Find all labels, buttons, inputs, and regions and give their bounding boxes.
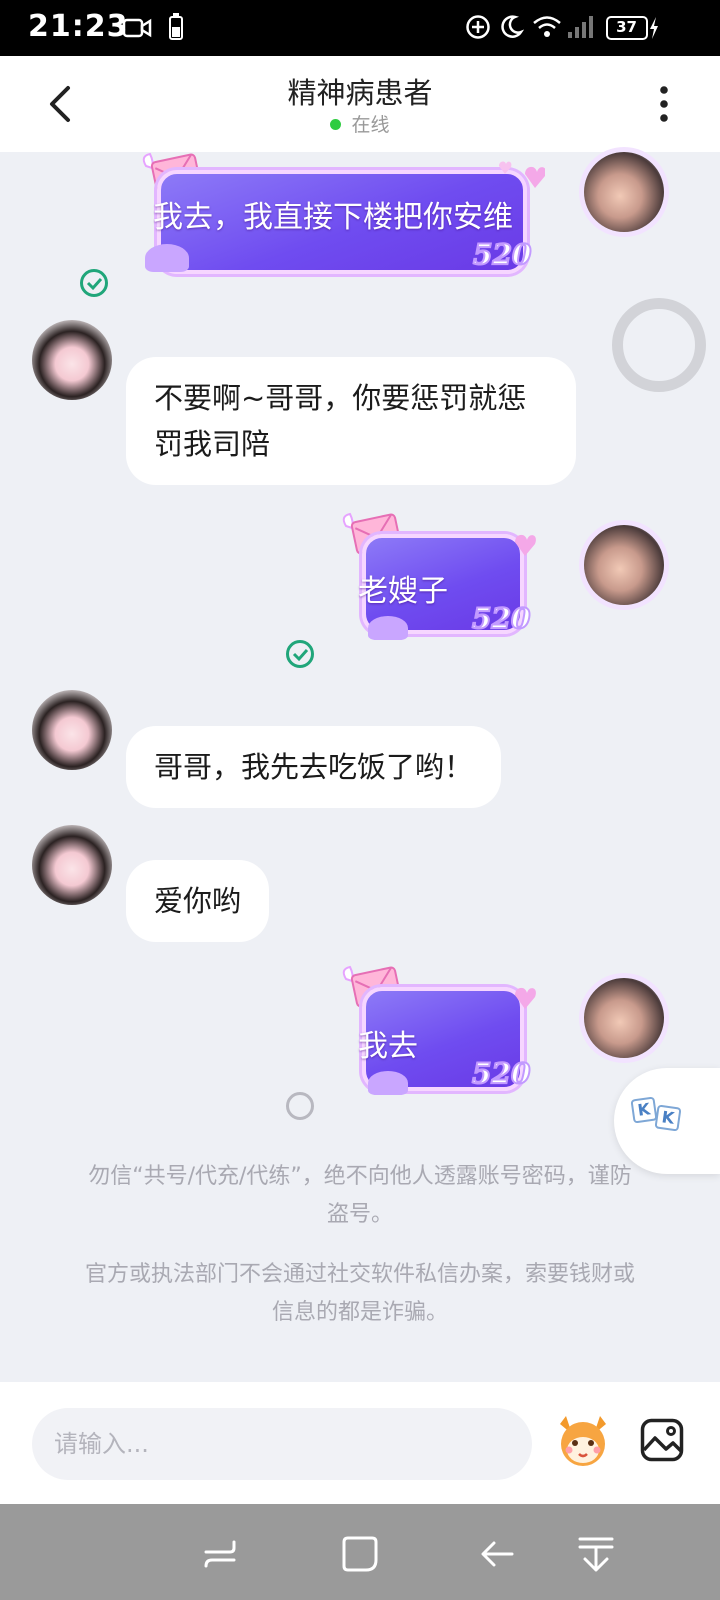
gift-message-text: 我去: [358, 1029, 418, 1064]
system-nav-bar: [0, 1504, 720, 1600]
online-dot: [330, 119, 342, 130]
message-input-bar: [0, 1382, 720, 1504]
kk-key-left: K: [630, 1096, 658, 1124]
message-bubble[interactable]: 哥哥，我先去吃饭了哟！: [126, 726, 502, 808]
online-status-label: 在线: [351, 114, 390, 136]
my-avatar[interactable]: [584, 525, 664, 605]
sent-check-icon: [80, 269, 108, 297]
message-input[interactable]: [32, 1408, 532, 1480]
battery-level: 37: [616, 18, 637, 36]
message-bubble[interactable]: 不要啊~哥哥，你要惩罚就惩 罚我司陪: [126, 357, 576, 485]
charging-bolt-icon: [650, 17, 658, 39]
heart-decoration-icon: [515, 534, 536, 556]
account-safety-notice: 勿信“共号/代充/代练”，绝不向他人透露账号密码，谨防 盗号。: [56, 1158, 664, 1234]
moon-icon: [501, 15, 524, 38]
heart-decoration-icon: [515, 987, 536, 1009]
gift-badge: 520: [472, 237, 532, 272]
message-text-line: 哥哥，我先去吃饭了哟！: [154, 750, 474, 784]
gift-message[interactable]: 老嫂子 520: [340, 512, 545, 642]
video-camera-icon: [122, 18, 152, 38]
fraud-warning-notice: 官方或执法部门不会通过社交软件私信办案，索要钱财或 信息的都是诈骗。: [56, 1256, 664, 1332]
recent-apps-icon[interactable]: [200, 1534, 240, 1574]
notice-line: 盗号。: [326, 1202, 393, 1227]
contact-avatar[interactable]: [32, 320, 112, 400]
gift-badge: 520: [471, 1056, 531, 1091]
wifi-icon: [533, 16, 561, 37]
back-icon[interactable]: [478, 1534, 518, 1574]
message-text-line: 罚我司陪: [154, 427, 271, 461]
my-avatar[interactable]: [584, 978, 664, 1058]
fox-emoji-icon[interactable]: [552, 1410, 614, 1472]
message-bubble[interactable]: 爱你哟: [126, 860, 270, 942]
ribbon-decoration: [145, 244, 189, 272]
home-icon[interactable]: [340, 1534, 380, 1574]
gift-badge: 520: [471, 601, 531, 636]
contact-avatar[interactable]: [32, 690, 112, 770]
heart-decoration-icon: [499, 161, 545, 188]
sent-check-icon: [286, 640, 314, 668]
ribbon-decoration: [368, 1071, 408, 1095]
chat-header: 精神病患者 在线: [0, 56, 720, 152]
more-vertical-icon[interactable]: [658, 84, 670, 124]
gift-message-text: 我去，我直接下楼把你安维: [153, 200, 513, 235]
contact-avatar[interactable]: [32, 825, 112, 905]
notice-line: 勿信“共号/代充/代练”，绝不向他人透露账号密码，谨防: [88, 1164, 632, 1189]
message-text-line: 爱你哟: [154, 884, 242, 918]
kk-key-right: K: [654, 1104, 682, 1132]
gift-message[interactable]: 我去，我直接下楼把你安维 520: [135, 152, 545, 280]
signal-icon: [568, 16, 593, 38]
online-status: 在线: [0, 110, 720, 137]
chat-area[interactable]: 我去，我直接下楼把你安维 520 不要啊~哥哥，你要惩罚就惩 罚我司陪 老嫂子 …: [0, 152, 720, 1382]
contact-name: 精神病患者: [287, 76, 433, 110]
sending-status-icon: [286, 1092, 314, 1120]
notice-line: 信息的都是诈骗。: [271, 1300, 448, 1325]
battery-icon: 37: [606, 16, 648, 40]
gift-message-text: 老嫂子: [358, 574, 448, 609]
notice-line: 官方或执法部门不会通过社交软件私信办案，索要钱财或: [84, 1262, 635, 1287]
hide-nav-icon[interactable]: [576, 1534, 616, 1574]
floating-ring-icon[interactable]: [612, 298, 706, 392]
battery-small-icon: [169, 13, 183, 40]
message-text-line: 不要啊~哥哥，你要惩罚就惩: [154, 381, 527, 415]
status-time: 21:23: [28, 9, 129, 44]
my-avatar[interactable]: [584, 152, 664, 232]
status-bar: 21:23 37: [0, 0, 720, 56]
plus-circle-icon: [466, 15, 490, 39]
ribbon-decoration: [368, 616, 408, 640]
gift-message[interactable]: 我去 520: [340, 965, 545, 1097]
image-icon[interactable]: [640, 1418, 684, 1462]
